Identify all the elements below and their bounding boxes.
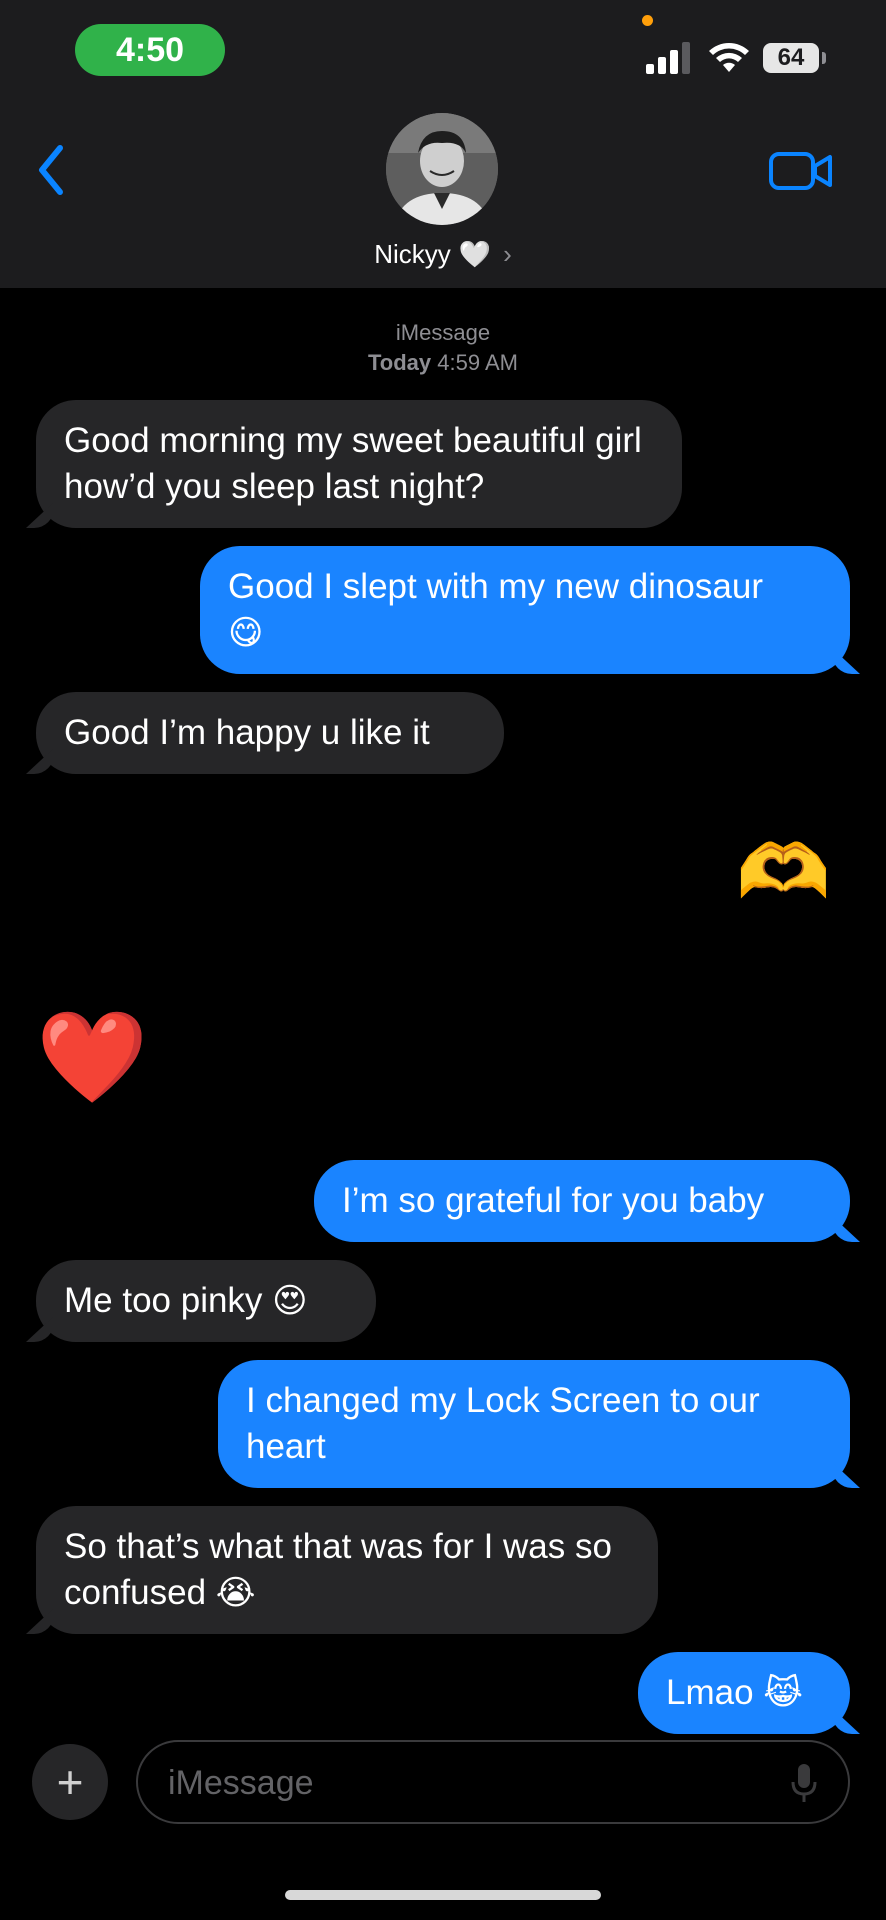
video-camera-icon[interactable]	[768, 148, 834, 194]
contact-name-row[interactable]: Nickyy 🤍 ›	[0, 236, 886, 272]
red-heart-emoji[interactable]: ❤️	[36, 1008, 148, 1108]
conversation-header: 4:50 64 Nickyy 🤍 ›	[0, 0, 886, 288]
savoring-face-emoji: 😋	[228, 614, 264, 652]
heart-hands-emoji[interactable]: 🫶	[736, 828, 831, 918]
service-label: iMessage	[395, 320, 491, 345]
message-outgoing[interactable]: Lmao 😹	[638, 1652, 850, 1734]
signal-icon	[646, 42, 690, 74]
message-incoming[interactable]: Good morning my sweet beautiful girl how…	[36, 400, 682, 528]
back-chevron-icon[interactable]	[30, 140, 76, 200]
message-incoming[interactable]: So that’s what that was for I was so con…	[36, 1506, 658, 1634]
message-outgoing[interactable]: I changed my Lock Screen to our heart	[218, 1360, 850, 1488]
cat-tears-of-joy-emoji: 😹	[763, 1674, 804, 1712]
avatar-photo	[386, 113, 498, 225]
message-incoming[interactable]: Good I’m happy u like it	[36, 692, 504, 774]
messages-screen: 4:50 64 Nickyy 🤍 › iMessage Today 4:59 A…	[0, 0, 886, 1920]
chevron-right-icon: ›	[503, 238, 512, 269]
privacy-indicator-dot	[642, 15, 653, 26]
contact-avatar[interactable]	[386, 113, 498, 225]
timestamp: Today 4:59 AM	[368, 350, 518, 375]
add-attachment-button[interactable]: +	[32, 1744, 108, 1820]
battery-icon: 64	[763, 43, 819, 73]
wifi-icon	[709, 43, 749, 72]
contact-name: Nickyy	[374, 238, 451, 269]
status-time[interactable]: 4:50	[75, 24, 225, 76]
white-heart-icon: 🤍	[458, 238, 492, 269]
home-indicator[interactable]	[285, 1890, 601, 1900]
battery-tip	[822, 52, 826, 64]
message-input-container	[136, 1740, 850, 1824]
message-outgoing[interactable]: I’m so grateful for you baby	[314, 1160, 850, 1242]
heart-eyes-emoji: 😍	[272, 1282, 308, 1320]
microphone-icon[interactable]	[790, 1762, 818, 1804]
message-incoming[interactable]: Me too pinky 😍	[36, 1260, 376, 1342]
message-outgoing[interactable]: Good I slept with my new dinosaur 😋	[200, 546, 850, 674]
message-input[interactable]	[166, 1758, 750, 1808]
conversation-meta: iMessage Today 4:59 AM	[0, 318, 886, 378]
crying-face-emoji: 😭	[215, 1574, 256, 1612]
